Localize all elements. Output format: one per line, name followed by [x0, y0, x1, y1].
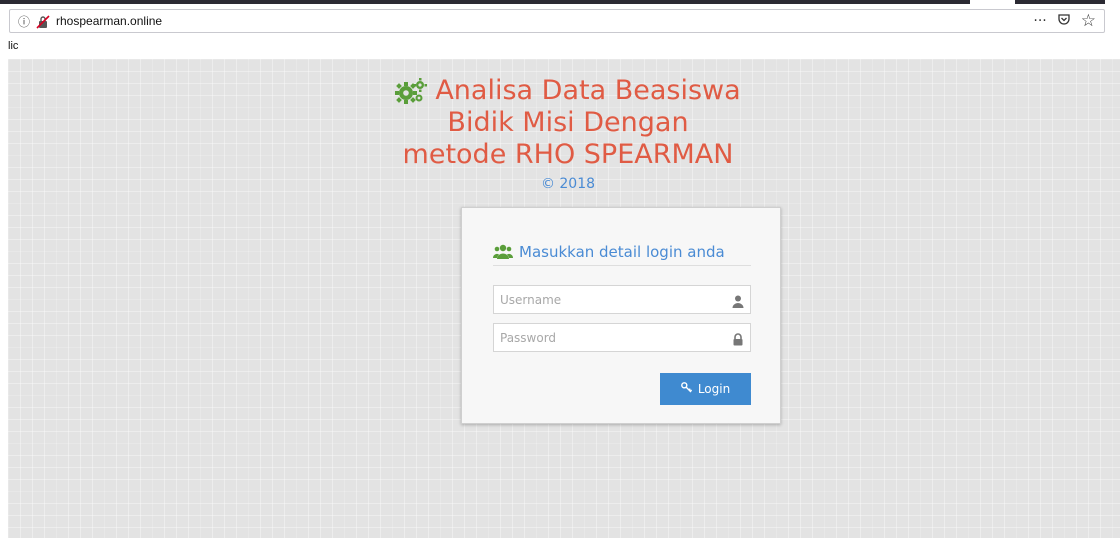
login-button[interactable]: Login: [660, 373, 751, 405]
info-icon[interactable]: ⓘ: [18, 13, 30, 30]
title-line-1: Analisa Data Beasiswa: [338, 75, 798, 107]
user-icon: [732, 293, 744, 308]
title-text-1: Analisa Data Beasiswa: [435, 75, 741, 106]
app-title: Analisa Data Beasiswa Bidik Misi Dengan …: [338, 75, 798, 171]
page-actions-menu-icon[interactable]: ···: [1033, 13, 1046, 29]
tab-strip-dark: [0, 0, 970, 4]
title-line-2: Bidik Misi Dengan: [447, 107, 689, 138]
tab-strip-dark-right: [1015, 0, 1105, 4]
address-bar[interactable]: ⓘ rhospearman.online ··· ☆: [9, 9, 1105, 33]
login-panel-title: Masukkan detail login anda: [519, 243, 725, 261]
status-text: lic: [8, 40, 19, 52]
lock-icon: [732, 331, 744, 346]
copyright-text: © 2018: [540, 176, 596, 192]
key-icon: [680, 382, 692, 396]
login-panel-header: Masukkan detail login anda: [492, 239, 751, 266]
users-icon: [492, 244, 514, 260]
bookmark-star-icon[interactable]: ☆: [1081, 11, 1096, 31]
login-button-label: Login: [697, 382, 731, 396]
login-panel: Masukkan detail login anda Username Logi…: [461, 207, 781, 424]
page-background: Analisa Data Beasiswa Bidik Misi Dengan …: [8, 59, 1120, 538]
pocket-icon[interactable]: [1057, 12, 1071, 30]
browser-tab-strip: [0, 0, 1120, 6]
username-field[interactable]: [493, 285, 751, 314]
url-text[interactable]: rhospearman.online: [56, 14, 162, 28]
username-input[interactable]: [494, 286, 726, 313]
password-input[interactable]: [494, 324, 726, 351]
cogs-icon: [395, 78, 428, 104]
insecure-lock-icon[interactable]: [36, 14, 50, 29]
title-line-3: metode RHO SPEARMAN: [402, 139, 734, 170]
password-field[interactable]: [493, 323, 751, 352]
